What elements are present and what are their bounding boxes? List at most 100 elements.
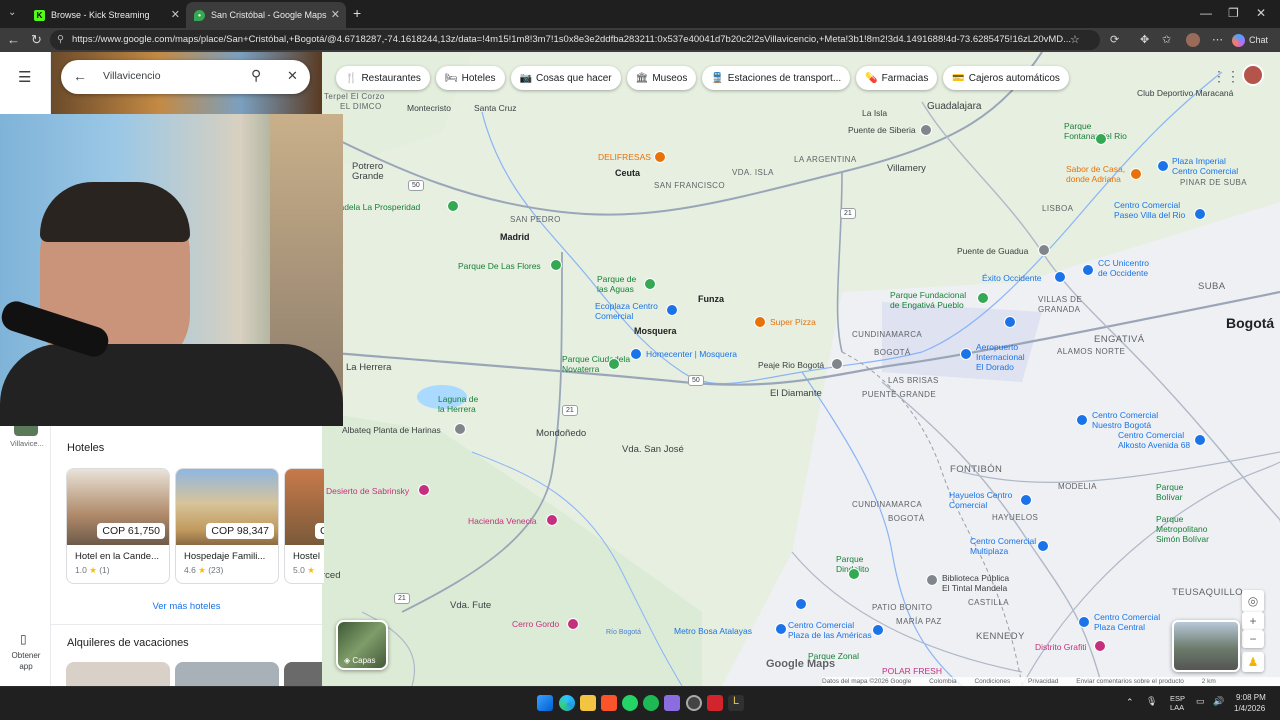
- map-label[interactable]: VDA. ISLA: [732, 168, 774, 178]
- map-poi-label[interactable]: Éxito Occidente: [982, 273, 1042, 283]
- map-poi-label[interactable]: Parque Bolívar: [1156, 482, 1183, 502]
- new-tab-button[interactable]: +: [353, 5, 361, 21]
- file-explorer-icon[interactable]: [580, 695, 596, 711]
- network-icon[interactable]: ▭: [1196, 696, 1205, 707]
- map-label[interactable]: LAS BRISAS: [888, 376, 939, 386]
- map-poi-label[interactable]: Centro Comercial Plaza Central: [1094, 612, 1160, 632]
- map-poi-label[interactable]: Centro Comercial Alkosto Avenida 68: [1118, 430, 1190, 450]
- map-label[interactable]: Guadalajara: [927, 102, 981, 112]
- shopping-pin-icon[interactable]: [666, 304, 678, 316]
- map-label[interactable]: Mosquera: [634, 326, 677, 336]
- account-avatar[interactable]: [1242, 64, 1264, 86]
- map-label[interactable]: La Isla: [862, 108, 887, 118]
- pegman-icon[interactable]: ♟: [1242, 652, 1264, 672]
- map-label[interactable]: Santa Cruz: [474, 103, 517, 113]
- map-poi-label[interactable]: Centro Comercial Plaza de las Américas: [788, 620, 872, 640]
- hotel-card[interactable]: COP 98,347 Hospedaje Famili... 4.6 ★ (23…: [175, 468, 279, 584]
- chip-museos[interactable]: 🏛 Museos: [626, 66, 697, 90]
- shopping-pin-icon[interactable]: [775, 623, 787, 635]
- map-label[interactable]: KENNEDY: [976, 632, 1025, 642]
- shopping-pin-icon[interactable]: [1020, 494, 1032, 506]
- map-label[interactable]: ALAMOS NORTE: [1057, 347, 1125, 357]
- profile-avatar[interactable]: [1186, 33, 1200, 47]
- map-label[interactable]: Puente de Guadua: [957, 246, 1028, 256]
- attraction-pin-icon[interactable]: [1094, 640, 1106, 652]
- map-label[interactable]: La Herrera: [346, 363, 391, 373]
- shopping-pin-icon[interactable]: [630, 348, 642, 360]
- feedback-link[interactable]: Enviar comentarios sobre el producto: [1076, 678, 1184, 685]
- attraction-pin-icon[interactable]: [567, 618, 579, 630]
- place-pin-icon[interactable]: [1038, 244, 1050, 256]
- map-poi-label[interactable]: Hacienda Venecia: [468, 516, 537, 526]
- map-poi-label[interactable]: Parque Fundacional de Engativá Pueblo: [890, 290, 966, 310]
- search-icon[interactable]: ⚲: [251, 67, 261, 84]
- map-label[interactable]: Albateq Planta de Harinas: [342, 425, 441, 435]
- shopping-pin-icon[interactable]: [1157, 160, 1169, 172]
- whatsapp-icon[interactable]: [622, 695, 638, 711]
- brave-icon[interactable]: [601, 695, 617, 711]
- vacation-photo[interactable]: [284, 662, 322, 686]
- edge-icon[interactable]: [559, 695, 575, 711]
- volume-icon[interactable]: 🔊: [1213, 696, 1224, 707]
- map-label[interactable]: LISBOA: [1042, 204, 1073, 214]
- attraction-pin-icon[interactable]: [546, 514, 558, 526]
- map-label[interactable]: PINAR DE SUBA: [1180, 178, 1247, 188]
- map-label[interactable]: Vda. San José: [622, 445, 684, 455]
- shopping-pin-icon[interactable]: [1054, 271, 1066, 283]
- phone-icon[interactable]: ▯: [20, 632, 27, 646]
- park-pin-icon[interactable]: [848, 568, 860, 580]
- chip-farmacias[interactable]: 💊 Farmacias: [856, 66, 938, 90]
- back-icon[interactable]: ←: [7, 32, 20, 48]
- food-pin-icon[interactable]: [754, 316, 766, 328]
- close-window-icon[interactable]: ✕: [1256, 6, 1266, 20]
- map-label[interactable]: SAN PEDRO: [510, 215, 561, 225]
- vacation-photo[interactable]: [66, 662, 170, 686]
- clock-time[interactable]: 9:08 PM: [1236, 693, 1266, 702]
- shopping-pin-icon[interactable]: [1194, 208, 1206, 220]
- tab-list-chevron-icon[interactable]: ⌄: [8, 7, 16, 18]
- map-canvas[interactable]: Terpel El Corzo EL DIMCO Montecristo San…: [322, 52, 1280, 686]
- app-icon[interactable]: L: [728, 695, 744, 711]
- map-poi-label[interactable]: Plaza Imperial Centro Comercial: [1172, 156, 1238, 176]
- extension-icon[interactable]: ⟳: [1110, 32, 1119, 48]
- place-pin-icon[interactable]: [1004, 316, 1016, 328]
- favorites-icon[interactable]: ✩: [1162, 32, 1171, 48]
- shopping-pin-icon[interactable]: [795, 598, 807, 610]
- map-label[interactable]: Ceuta: [615, 168, 640, 178]
- clock-date[interactable]: 1/4/2026: [1234, 704, 1265, 713]
- map-poi-label[interactable]: Laguna de la Herrera: [438, 394, 478, 414]
- map-label[interactable]: TEUSAQUILLO: [1172, 588, 1243, 598]
- terms-link[interactable]: Condiciones: [974, 678, 1010, 685]
- tray-chevron-icon[interactable]: ⌃: [1126, 697, 1134, 708]
- map-label[interactable]: Montecristo: [407, 103, 451, 113]
- map-label[interactable]: Mondoñedo: [536, 429, 586, 439]
- attraction-pin-icon[interactable]: [418, 484, 430, 496]
- map-poi-label[interactable]: DELIFRESAS: [598, 152, 651, 162]
- menu-icon[interactable]: ☰: [18, 68, 31, 86]
- shopping-pin-icon[interactable]: [1037, 540, 1049, 552]
- chip-restaurantes[interactable]: 🍴 Restaurantes: [336, 66, 430, 90]
- chip-hoteles[interactable]: 🛏 Hoteles: [435, 66, 505, 90]
- map-poi-label[interactable]: POLAR FRESH: [882, 666, 942, 676]
- more-hotels-link[interactable]: Ver más hoteles: [51, 601, 322, 612]
- map-label[interactable]: Bogotá: [1226, 316, 1274, 330]
- map-poi-label[interactable]: Hayuelos Centro Comercial: [949, 490, 1012, 510]
- site-info-icon[interactable]: ⚲: [57, 30, 64, 50]
- map-poi-label[interactable]: Desierto de Sabrinsky: [326, 486, 409, 496]
- map-poi-label[interactable]: Centro Comercial Nuestro Bogotá: [1092, 410, 1158, 430]
- map-label[interactable]: Vda. Fute: [450, 601, 491, 611]
- shopping-pin-icon[interactable]: [1194, 434, 1206, 446]
- layers-button[interactable]: ◈ Capas: [336, 620, 388, 670]
- privacy-link[interactable]: Privacidad: [1028, 678, 1058, 685]
- place-pin-icon[interactable]: [920, 124, 932, 136]
- back-arrow-icon[interactable]: ←: [73, 68, 87, 84]
- map-label[interactable]: MARÍA PAZ: [896, 617, 942, 627]
- place-pin-icon[interactable]: [454, 423, 466, 435]
- library-pin-icon[interactable]: [926, 574, 938, 586]
- map-label[interactable]: Club Deportivo Maracaná: [1137, 88, 1233, 98]
- close-tab-icon[interactable]: ✕: [171, 8, 180, 21]
- map-poi-label[interactable]: Metro Bosa Atalayas: [674, 626, 752, 636]
- map-label[interactable]: CASTILLA: [968, 598, 1009, 608]
- shopping-pin-icon[interactable]: [1082, 264, 1094, 276]
- region-link[interactable]: Colombia: [929, 678, 956, 685]
